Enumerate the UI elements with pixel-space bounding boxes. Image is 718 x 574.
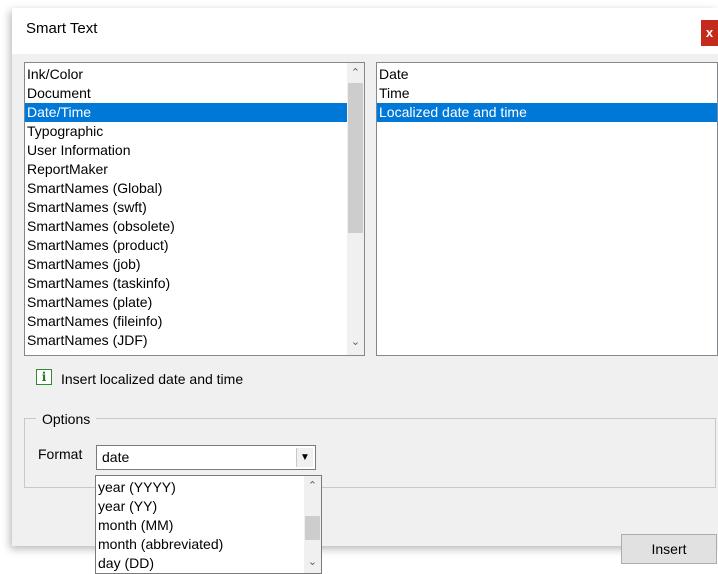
scroll-up-icon[interactable]: ⌃	[347, 65, 364, 82]
format-option[interactable]: month (abbreviated)	[96, 535, 302, 554]
format-options: year (YYYY) year (YY) month (MM) month (…	[96, 478, 302, 573]
category-item[interactable]: Ink/Color	[25, 65, 347, 84]
category-item[interactable]: SmartNames (plate)	[25, 293, 347, 312]
close-button[interactable]: x	[701, 20, 718, 46]
category-item[interactable]: SmartNames (JDF)	[25, 331, 347, 350]
category-item[interactable]: SmartNames (job)	[25, 255, 347, 274]
entry-item[interactable]: Time	[377, 84, 717, 103]
scroll-down-icon[interactable]: ⌄	[304, 554, 321, 571]
category-item[interactable]: SmartNames (fileinfo)	[25, 312, 347, 331]
category-item[interactable]: Typographic	[25, 122, 347, 141]
entry-item[interactable]: Date	[377, 65, 717, 84]
scroll-thumb[interactable]	[305, 516, 320, 540]
dropdown-scrollbar[interactable]: ⌃ ⌄	[304, 476, 321, 573]
category-item-selected[interactable]: Date/Time	[25, 103, 347, 122]
chevron-down-icon[interactable]: ▼	[296, 448, 313, 467]
format-dropdown-list[interactable]: year (YYYY) year (YY) month (MM) month (…	[95, 475, 322, 574]
insert-button[interactable]: Insert	[621, 534, 717, 564]
format-option[interactable]: year (YY)	[96, 497, 302, 516]
category-item[interactable]: SmartNames (Global)	[25, 179, 347, 198]
category-items: Ink/Color Document Date/Time Typographic…	[25, 65, 347, 350]
dialog-title: Smart Text	[26, 20, 98, 37]
category-scrollbar[interactable]: ⌃ ⌄	[347, 63, 364, 355]
format-value: date	[102, 449, 130, 465]
title-bar	[12, 8, 718, 54]
format-option[interactable]: year (YYYY)	[96, 478, 302, 497]
category-item[interactable]: Document	[25, 84, 347, 103]
scroll-thumb[interactable]	[348, 83, 363, 233]
format-combobox[interactable]: date ▼	[96, 445, 316, 470]
entry-list[interactable]: Date Time Localized date and time	[376, 62, 718, 356]
category-item[interactable]: SmartNames (taskinfo)	[25, 274, 347, 293]
scroll-up-icon[interactable]: ⌃	[304, 478, 321, 495]
options-legend: Options	[36, 411, 97, 427]
category-list[interactable]: Ink/Color Document Date/Time Typographic…	[24, 62, 365, 356]
format-option[interactable]: day (DD)	[96, 554, 302, 573]
format-label: Format	[38, 446, 83, 462]
category-item[interactable]: SmartNames (swft)	[25, 198, 347, 217]
entry-items: Date Time Localized date and time	[377, 65, 717, 122]
info-icon: i	[36, 369, 52, 385]
scroll-down-icon[interactable]: ⌄	[347, 334, 364, 351]
entry-item-selected[interactable]: Localized date and time	[377, 103, 717, 122]
category-item[interactable]: SmartNames (obsolete)	[25, 217, 347, 236]
format-option[interactable]: month (MM)	[96, 516, 302, 535]
info-text: Insert localized date and time	[61, 371, 244, 387]
category-item[interactable]: ReportMaker	[25, 160, 347, 179]
category-item[interactable]: SmartNames (product)	[25, 236, 347, 255]
category-item[interactable]: User Information	[25, 141, 347, 160]
